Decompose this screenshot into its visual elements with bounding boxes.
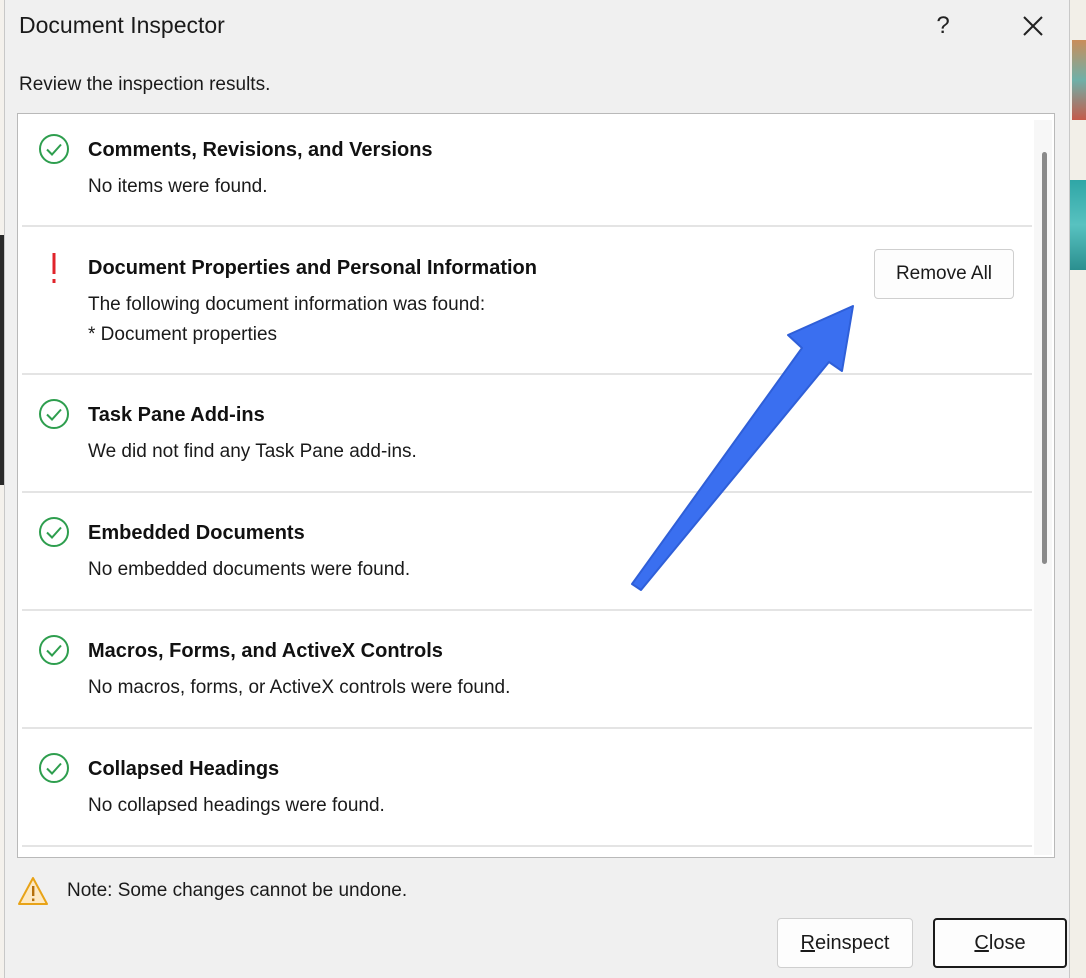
check-circle-icon xyxy=(38,752,70,784)
remove-all-button[interactable]: Remove All xyxy=(874,249,1014,299)
result-heading: Comments, Revisions, and Versions xyxy=(88,139,433,161)
check-circle-icon xyxy=(38,133,70,165)
result-heading: Document Properties and Personal Informa… xyxy=(88,257,537,279)
results-list: Comments, Revisions, and Versions No ite… xyxy=(17,113,1055,858)
result-detail: * Document properties xyxy=(88,324,278,345)
warning-icon xyxy=(17,875,49,907)
scrollbar-thumb[interactable] xyxy=(1042,152,1047,564)
result-detail: No macros, forms, or ActiveX controls we… xyxy=(88,677,511,698)
result-heading: Macros, Forms, and ActiveX Controls xyxy=(88,640,443,662)
check-circle-icon xyxy=(38,398,70,430)
document-inspector-dialog: Document Inspector ? Review the inspecti… xyxy=(4,0,1070,978)
exclamation-icon xyxy=(38,253,70,285)
button-label: einspect xyxy=(814,931,890,954)
button-label: lose xyxy=(988,931,1026,954)
result-row-macros: Macros, Forms, and ActiveX Controls No m… xyxy=(22,611,1032,729)
check-circle-icon xyxy=(38,634,70,666)
help-button[interactable]: ? xyxy=(923,4,963,48)
result-row-collapsed-headings: Collapsed Headings No collapsed headings… xyxy=(22,729,1032,847)
close-button[interactable]: Close xyxy=(933,918,1067,968)
dialog-subtitle: Review the inspection results. xyxy=(19,74,271,95)
close-icon[interactable] xyxy=(1011,4,1055,48)
result-heading: Task Pane Add-ins xyxy=(88,404,265,426)
result-detail: No collapsed headings were found. xyxy=(88,795,385,816)
title-bar: Document Inspector ? xyxy=(5,0,1069,54)
note-text: Note: Some changes cannot be undone. xyxy=(67,880,408,901)
result-detail: The following document information was f… xyxy=(88,294,486,315)
dialog-title: Document Inspector xyxy=(19,12,225,38)
check-circle-icon xyxy=(38,516,70,548)
result-heading: Collapsed Headings xyxy=(88,758,280,780)
result-detail: No embedded documents were found. xyxy=(88,559,411,580)
result-detail: We did not find any Task Pane add-ins. xyxy=(88,441,417,462)
reinspect-button[interactable]: Reinspect xyxy=(777,918,913,968)
result-detail: No items were found. xyxy=(88,176,268,197)
result-row-task-pane-addins: Task Pane Add-ins We did not find any Ta… xyxy=(22,375,1032,493)
result-heading: Embedded Documents xyxy=(88,522,305,544)
result-row-document-properties: Document Properties and Personal Informa… xyxy=(22,227,1032,375)
results-scrollbar[interactable] xyxy=(1034,120,1052,855)
result-row-comments: Comments, Revisions, and Versions No ite… xyxy=(22,114,1032,227)
accelerator-key: R xyxy=(800,931,815,954)
accelerator-key: C xyxy=(974,931,989,954)
background-document-right xyxy=(1070,0,1086,978)
result-row-embedded-documents: Embedded Documents No embedded documents… xyxy=(22,493,1032,611)
